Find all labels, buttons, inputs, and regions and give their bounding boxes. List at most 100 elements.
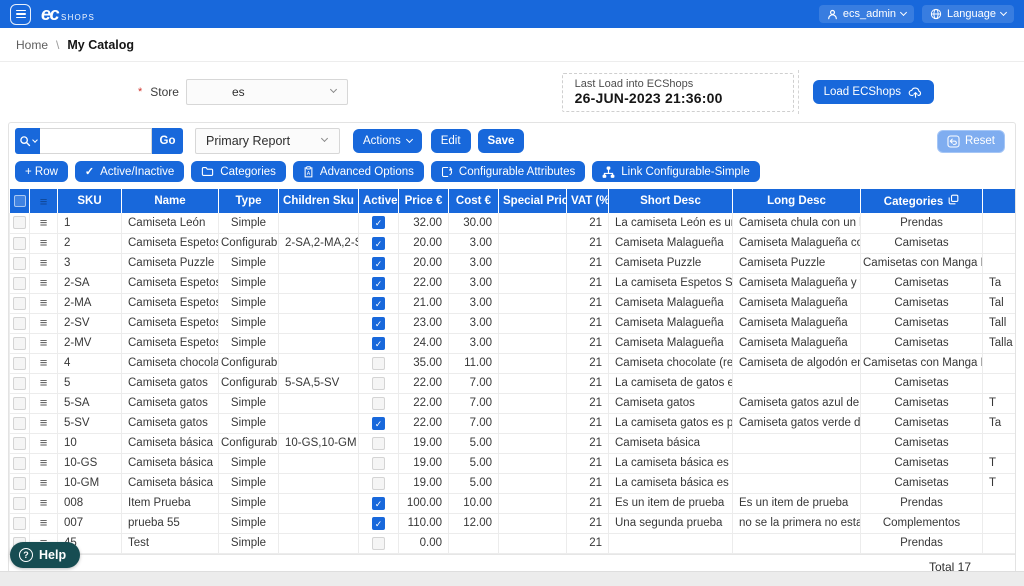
cell-children_sku[interactable] (279, 333, 359, 353)
select-all-checkbox[interactable] (14, 195, 26, 207)
cell-price[interactable]: 22.00 (399, 393, 449, 413)
user-menu-button[interactable]: ecs_admin (819, 5, 914, 23)
cell-name[interactable]: Camiseta Espetos M ... (122, 333, 219, 353)
col-header-active[interactable]: Active? (359, 189, 399, 213)
cell-name[interactable]: Item Prueba (122, 493, 219, 513)
cell-vat[interactable]: 21 (567, 473, 609, 493)
cell-categories[interactable]: Camisetas (861, 413, 983, 433)
row-select-checkbox[interactable] (13, 237, 26, 250)
cell-categories[interactable]: Camisetas con Manga Larga|C... (861, 253, 983, 273)
row-grip-icon[interactable]: ≡ (40, 455, 48, 470)
cell-children_sku[interactable]: 5-SA,5-SV (279, 373, 359, 393)
cell-special_price[interactable] (499, 453, 567, 473)
save-button[interactable]: Save (478, 129, 525, 153)
cell-vat[interactable]: 21 (567, 493, 609, 513)
help-button[interactable]: ? Help (10, 542, 80, 568)
cell-sku[interactable]: 5-SA (58, 393, 122, 413)
active-checkbox[interactable]: ✓ (372, 517, 385, 530)
cell-cost[interactable]: 3.00 (449, 313, 499, 333)
cell-cost[interactable]: 7.00 (449, 373, 499, 393)
action-button-configurable-attributes[interactable]: Configurable Attributes (431, 161, 585, 182)
cell-type[interactable]: Configurable (219, 233, 279, 253)
cell-name[interactable]: Camiseta Espetos Sa... (122, 273, 219, 293)
action-button-active-inactive[interactable]: ✓Active/Inactive (75, 161, 184, 182)
cell-short_desc[interactable]: Es un item de prueba (609, 493, 733, 513)
edit-button[interactable]: Edit (431, 129, 471, 153)
cell-attr[interactable] (983, 433, 1016, 453)
cell-children_sku[interactable] (279, 313, 359, 333)
cell-price[interactable]: 24.00 (399, 333, 449, 353)
cell-type[interactable]: Simple (219, 473, 279, 493)
cell-attr[interactable]: T (983, 453, 1016, 473)
cell-categories[interactable]: Camisetas (861, 393, 983, 413)
cell-long_desc[interactable]: Camiseta Malagueña (733, 293, 861, 313)
cell-children_sku[interactable]: 2-SA,2-MA,2-SV,... (279, 233, 359, 253)
row-grip-icon[interactable]: ≡ (40, 395, 48, 410)
action-button-advanced-options[interactable]: AAdvanced Options (293, 161, 424, 182)
cell-cost[interactable]: 30.00 (449, 213, 499, 233)
row-select-checkbox[interactable] (13, 437, 26, 450)
active-checkbox[interactable]: ✓ (372, 317, 385, 330)
cell-price[interactable]: 19.00 (399, 453, 449, 473)
cell-attr[interactable] (983, 233, 1016, 253)
active-checkbox[interactable]: ✓ (372, 216, 385, 229)
cell-vat[interactable]: 21 (567, 533, 609, 553)
language-menu-button[interactable]: Language (922, 5, 1014, 23)
cell-price[interactable]: 23.00 (399, 313, 449, 333)
cell-cost[interactable]: 11.00 (449, 353, 499, 373)
cell-long_desc[interactable]: Camiseta de algodón en tonos... (733, 353, 861, 373)
row-grip-icon[interactable]: ≡ (40, 255, 48, 270)
cell-long_desc[interactable] (733, 473, 861, 493)
row-select-checkbox[interactable] (13, 397, 26, 410)
cell-special_price[interactable] (499, 233, 567, 253)
cell-cost[interactable]: 10.00 (449, 493, 499, 513)
cell-type[interactable]: Simple (219, 293, 279, 313)
row-select-checkbox[interactable] (13, 357, 26, 370)
cell-type[interactable]: Simple (219, 213, 279, 233)
col-header-children-sku[interactable]: Children Sku (279, 189, 359, 213)
row-grip-icon[interactable]: ≡ (40, 295, 48, 310)
cell-name[interactable]: Camiseta gatos (122, 393, 219, 413)
cell-long_desc[interactable]: Camiseta gatos azul de algodón (733, 393, 861, 413)
cell-price[interactable]: 110.00 (399, 513, 449, 533)
cell-name[interactable]: Camiseta Espetos S ... (122, 313, 219, 333)
hamburger-menu-icon[interactable] (10, 4, 31, 25)
cell-attr[interactable] (983, 253, 1016, 273)
report-select[interactable]: Primary Report (195, 128, 340, 154)
cell-price[interactable]: 22.00 (399, 373, 449, 393)
cell-name[interactable]: Camiseta chocolate (122, 353, 219, 373)
cell-children_sku[interactable] (279, 273, 359, 293)
cell-attr[interactable]: Tall (983, 313, 1016, 333)
cell-sku[interactable]: 2-SA (58, 273, 122, 293)
cell-type[interactable]: Configurable (219, 433, 279, 453)
cell-price[interactable]: 22.00 (399, 273, 449, 293)
row-grip-icon[interactable]: ≡ (40, 235, 48, 250)
cell-categories[interactable]: Prendas (861, 213, 983, 233)
cell-short_desc[interactable]: Camiseta gatos (609, 393, 733, 413)
cell-children_sku[interactable] (279, 453, 359, 473)
cell-type[interactable]: Simple (219, 413, 279, 433)
cell-type[interactable]: Simple (219, 453, 279, 473)
cell-attr[interactable]: Ta (983, 413, 1016, 433)
cell-children_sku[interactable] (279, 493, 359, 513)
row-select-checkbox[interactable] (13, 216, 26, 229)
cell-special_price[interactable] (499, 373, 567, 393)
cell-cost[interactable]: 7.00 (449, 393, 499, 413)
cell-long_desc[interactable]: Camiseta chula con un león (733, 213, 861, 233)
cell-short_desc[interactable]: Camiseta básica (609, 433, 733, 453)
cell-attr[interactable]: T (983, 393, 1016, 413)
cell-children_sku[interactable] (279, 533, 359, 553)
cell-cost[interactable]: 3.00 (449, 253, 499, 273)
col-header-name[interactable]: Name (122, 189, 219, 213)
cell-price[interactable]: 22.00 (399, 413, 449, 433)
active-checkbox[interactable] (372, 397, 385, 410)
cell-cost[interactable]: 5.00 (449, 453, 499, 473)
cell-categories[interactable]: Camisetas (861, 313, 983, 333)
cell-special_price[interactable] (499, 333, 567, 353)
cell-vat[interactable]: 21 (567, 393, 609, 413)
cell-cost[interactable]: 5.00 (449, 433, 499, 453)
cell-categories[interactable]: Camisetas (861, 433, 983, 453)
cell-cost[interactable] (449, 533, 499, 553)
cell-short_desc[interactable]: La camiseta básica es una pre... (609, 453, 733, 473)
cell-attr[interactable]: Ta (983, 273, 1016, 293)
